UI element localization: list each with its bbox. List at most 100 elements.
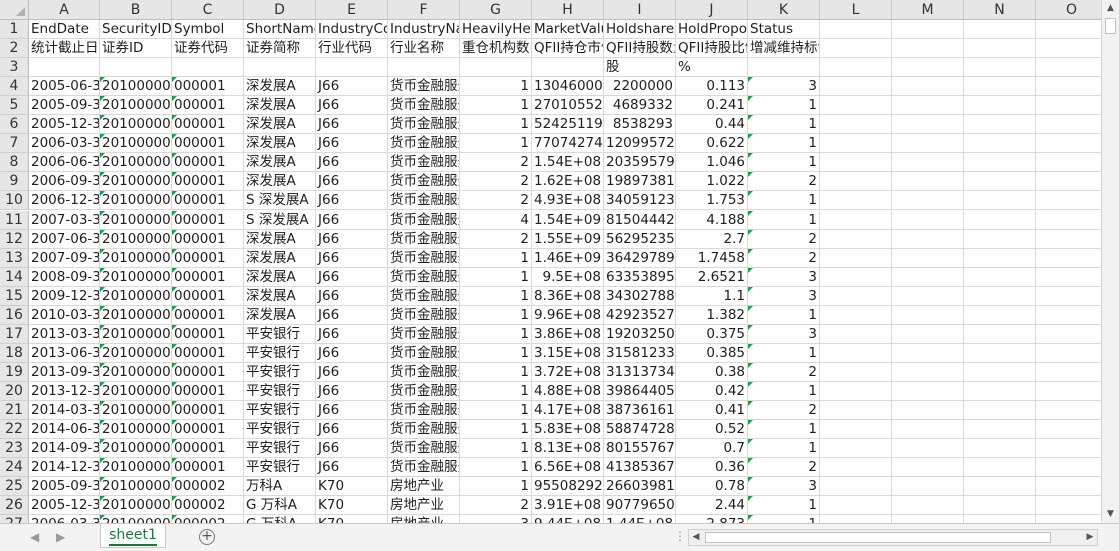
- next-sheet-arrow-icon[interactable]: ▶: [56, 530, 65, 544]
- cell-m9[interactable]: [892, 172, 964, 191]
- cell-k18[interactable]: 1: [748, 344, 820, 363]
- vertical-scroll-thumb[interactable]: [1105, 18, 1116, 34]
- cell-c19[interactable]: 000001: [172, 363, 244, 382]
- cell-d25[interactable]: 万科A: [244, 477, 316, 496]
- cell-l7[interactable]: [820, 134, 892, 153]
- cell-k21[interactable]: 2: [748, 401, 820, 420]
- cell-o16[interactable]: [1036, 306, 1101, 325]
- row-header[interactable]: 21: [0, 401, 29, 420]
- cell-h13[interactable]: 1.46E+09: [532, 249, 604, 268]
- cell-o2[interactable]: [1036, 39, 1101, 58]
- cell-i23[interactable]: 80155767: [604, 439, 676, 458]
- cell-i27[interactable]: 1.44E+08: [604, 515, 676, 523]
- cell-l8[interactable]: [820, 153, 892, 172]
- cell-g4[interactable]: 1: [460, 77, 532, 96]
- cell-e24[interactable]: J66: [316, 458, 388, 477]
- row-header[interactable]: 14: [0, 268, 29, 287]
- cell-j11[interactable]: 4.188: [676, 211, 748, 230]
- cell-l19[interactable]: [820, 363, 892, 382]
- cell-j17[interactable]: 0.375: [676, 325, 748, 344]
- cell-b3[interactable]: [100, 58, 172, 77]
- cell-e14[interactable]: J66: [316, 268, 388, 287]
- cell-f7[interactable]: 货币金融服务: [388, 134, 460, 153]
- cell-n24[interactable]: [964, 458, 1036, 477]
- cell-k1[interactable]: Status: [748, 20, 820, 39]
- cell-d26[interactable]: G 万科A: [244, 496, 316, 515]
- cell-j26[interactable]: 2.44: [676, 496, 748, 515]
- cell-d15[interactable]: 深发展A: [244, 287, 316, 306]
- cell-e17[interactable]: J66: [316, 325, 388, 344]
- cell-n15[interactable]: [964, 287, 1036, 306]
- cell-b27[interactable]: 201000000: [100, 515, 172, 523]
- cell-a2[interactable]: 统计截止日期: [29, 39, 100, 58]
- cell-h21[interactable]: 4.17E+08: [532, 401, 604, 420]
- cell-l23[interactable]: [820, 439, 892, 458]
- cell-j23[interactable]: 0.7: [676, 439, 748, 458]
- cell-b13[interactable]: 201000000: [100, 249, 172, 268]
- cell-h24[interactable]: 6.56E+08: [532, 458, 604, 477]
- cell-c2[interactable]: 证券代码: [172, 39, 244, 58]
- cell-l16[interactable]: [820, 306, 892, 325]
- cell-n17[interactable]: [964, 325, 1036, 344]
- cell-h5[interactable]: 27010552: [532, 96, 604, 115]
- prev-sheet-arrow-icon[interactable]: ◀: [30, 530, 39, 544]
- row-header[interactable]: 5: [0, 96, 29, 115]
- cell-i13[interactable]: 36429789: [604, 249, 676, 268]
- cell-e22[interactable]: J66: [316, 420, 388, 439]
- cell-n9[interactable]: [964, 172, 1036, 191]
- cell-l13[interactable]: [820, 249, 892, 268]
- cell-k17[interactable]: 3: [748, 325, 820, 344]
- cell-l10[interactable]: [820, 191, 892, 210]
- cell-m16[interactable]: [892, 306, 964, 325]
- cell-l15[interactable]: [820, 287, 892, 306]
- cell-e27[interactable]: K70: [316, 515, 388, 523]
- cell-b25[interactable]: 201000000: [100, 477, 172, 496]
- cell-e9[interactable]: J66: [316, 172, 388, 191]
- cell-d8[interactable]: 深发展A: [244, 153, 316, 172]
- cell-c3[interactable]: [172, 58, 244, 77]
- cell-e6[interactable]: J66: [316, 115, 388, 134]
- cell-k7[interactable]: 1: [748, 134, 820, 153]
- row-header[interactable]: 25: [0, 477, 29, 496]
- cell-o27[interactable]: [1036, 515, 1101, 523]
- cell-i7[interactable]: 12099572: [604, 134, 676, 153]
- scroll-up-arrow-icon[interactable]: ▲: [1102, 0, 1119, 17]
- cell-f12[interactable]: 货币金融服务: [388, 230, 460, 249]
- cell-o21[interactable]: [1036, 401, 1101, 420]
- cell-f6[interactable]: 货币金融服务: [388, 115, 460, 134]
- cell-d27[interactable]: G 万科A: [244, 515, 316, 523]
- cell-e25[interactable]: K70: [316, 477, 388, 496]
- cell-j9[interactable]: 1.022: [676, 172, 748, 191]
- cell-g2[interactable]: 重仓机构数: [460, 39, 532, 58]
- cell-n5[interactable]: [964, 96, 1036, 115]
- column-header-o[interactable]: O: [1036, 0, 1101, 20]
- column-header-h[interactable]: H: [532, 0, 604, 20]
- cell-o6[interactable]: [1036, 115, 1101, 134]
- column-header-e[interactable]: E: [316, 0, 388, 20]
- cell-g3[interactable]: [460, 58, 532, 77]
- cell-i1[interactable]: Holdshares: [604, 20, 676, 39]
- cell-m24[interactable]: [892, 458, 964, 477]
- cell-o18[interactable]: [1036, 344, 1101, 363]
- cell-n16[interactable]: [964, 306, 1036, 325]
- cell-d24[interactable]: 平安银行: [244, 458, 316, 477]
- cell-e18[interactable]: J66: [316, 344, 388, 363]
- cell-c20[interactable]: 000001: [172, 382, 244, 401]
- cell-a15[interactable]: 2009-12-31: [29, 287, 100, 306]
- cell-c1[interactable]: Symbol: [172, 20, 244, 39]
- cell-e10[interactable]: J66: [316, 191, 388, 210]
- column-header-n[interactable]: N: [964, 0, 1036, 20]
- cell-h10[interactable]: 4.93E+08: [532, 191, 604, 210]
- cell-d2[interactable]: 证券简称: [244, 39, 316, 58]
- cell-c11[interactable]: 000001: [172, 211, 244, 230]
- cell-g6[interactable]: 1: [460, 115, 532, 134]
- cell-l14[interactable]: [820, 268, 892, 287]
- row-header[interactable]: 26: [0, 496, 29, 515]
- cell-n13[interactable]: [964, 249, 1036, 268]
- cell-i15[interactable]: 34302788: [604, 287, 676, 306]
- cell-b18[interactable]: 201000000: [100, 344, 172, 363]
- cell-j25[interactable]: 0.78: [676, 477, 748, 496]
- cell-k22[interactable]: 1: [748, 420, 820, 439]
- cell-b16[interactable]: 201000000: [100, 306, 172, 325]
- cell-l11[interactable]: [820, 211, 892, 230]
